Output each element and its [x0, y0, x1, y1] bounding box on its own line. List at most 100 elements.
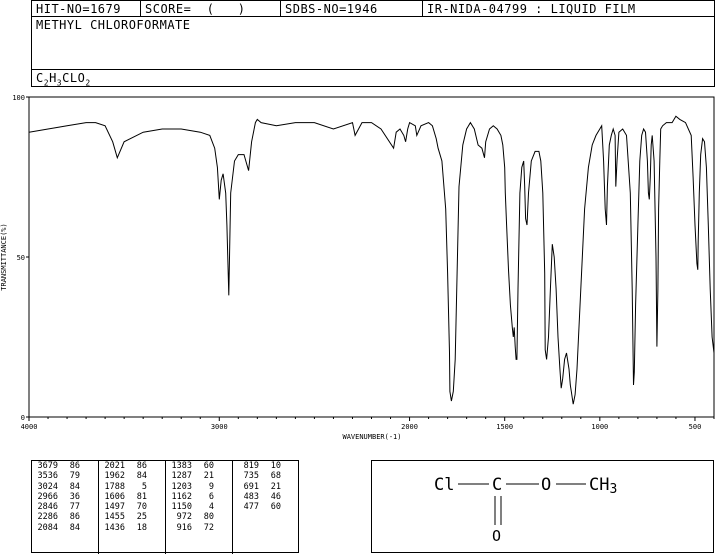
peak-transmittance: 60 [203, 461, 214, 471]
peak-row: 3679 86 [32, 461, 98, 471]
y-tick-label: 100 [12, 94, 25, 102]
peak-row: 1788 5 [99, 482, 165, 492]
peak-row: 1203 9 [166, 482, 232, 492]
peak-column: 1383 60 1287 21 1203 9 1162 6 1150 4 972 80 916 72 [166, 461, 233, 554]
peak-wavenumber: 1287 [171, 471, 192, 482]
peak-transmittance: 10 [270, 461, 281, 471]
peak-transmittance: 86 [69, 461, 80, 471]
peak-transmittance: 5 [141, 481, 147, 492]
peak-wavenumber: 1962 [104, 471, 125, 482]
peak-transmittance: 4 [208, 502, 214, 513]
peak-column: 2021 86 1962 84 1788 5 1606 81 1497 70 1455 25 1436 1… [99, 461, 166, 554]
peak-wavenumber: 1436 [104, 522, 125, 533]
peak-wavenumber: 1203 [171, 481, 192, 492]
peak-transmittance: 21 [270, 481, 281, 492]
peak-transmittance: 84 [136, 471, 147, 482]
methyl-group: CH3 [589, 475, 617, 497]
peak-wavenumber: 3024 [37, 481, 58, 492]
peak-wavenumber: 1788 [104, 481, 125, 492]
carbonyl-oxygen: O [492, 527, 501, 545]
peak-wavenumber: 3679 [37, 461, 58, 471]
peak-transmittance: 70 [136, 502, 147, 513]
ir-spectrum-chart: 0 50 100 4000 3000 2000 1500 1000 500 TRANSMITTA… [0, 94, 715, 441]
peak-transmittance: 46 [270, 491, 281, 502]
peak-transmittance: 86 [136, 461, 147, 471]
peak-wavenumber: 2084 [37, 522, 58, 533]
peak-transmittance: 21 [203, 471, 214, 482]
peak-transmittance: 6 [208, 491, 214, 502]
peak-wavenumber: 1497 [104, 502, 125, 513]
y-axis-label: TRANSMITTANCE(%) [0, 223, 8, 290]
peak-row: 2966 36 [32, 492, 98, 502]
structure-diagram: Cl C O CH3 O [434, 475, 617, 545]
oxygen-atom: O [541, 475, 551, 495]
peak-transmittance: 77 [69, 502, 80, 513]
y-tick-label: 50 [17, 254, 25, 262]
peak-row: 2846 77 [32, 502, 98, 512]
peak-transmittance: 18 [136, 522, 147, 533]
peak-row: 691 21 [233, 482, 300, 492]
peak-wavenumber: 972 [176, 512, 192, 523]
carbon-atom: C [492, 475, 502, 495]
peak-row: 3536 79 [32, 471, 98, 481]
peak-row: 483 46 [233, 492, 300, 502]
peak-wavenumber: 1150 [171, 502, 192, 513]
peak-wavenumber: 819 [243, 461, 259, 471]
peak-table: 3679 86 3536 79 3024 84 2966 36 2846 77 2286 86 2084… [31, 460, 300, 554]
y-tick-label: 0 [21, 414, 25, 422]
peak-transmittance: 68 [270, 471, 281, 482]
peak-row: 3024 84 [32, 482, 98, 492]
peak-transmittance: 9 [208, 481, 214, 492]
peak-transmittance: 81 [136, 491, 147, 502]
peak-wavenumber: 691 [243, 481, 259, 492]
peak-row: 972 80 [166, 512, 232, 522]
peak-transmittance: 84 [69, 522, 80, 533]
peak-wavenumber: 3536 [37, 471, 58, 482]
peak-row: 1150 4 [166, 502, 232, 512]
peak-wavenumber: 2021 [104, 461, 125, 471]
x-axis-label: WAVENUMBER(-1) [342, 433, 401, 441]
peak-transmittance: 79 [69, 471, 80, 482]
x-tick-label: 500 [689, 423, 702, 431]
peak-row: 1606 81 [99, 492, 165, 502]
peak-row: 819 10 [233, 461, 300, 471]
peak-wavenumber: 2966 [37, 491, 58, 502]
peak-wavenumber: 1606 [104, 491, 125, 502]
peak-row: 2021 86 [99, 461, 165, 471]
x-tick-label: 3000 [211, 423, 228, 431]
peak-wavenumber: 477 [243, 502, 259, 513]
peak-row: 477 60 [233, 502, 300, 512]
peak-row: 1962 84 [99, 471, 165, 481]
peak-wavenumber: 483 [243, 491, 259, 502]
peak-row: 1162 6 [166, 492, 232, 502]
peak-wavenumber: 2286 [37, 512, 58, 523]
peak-wavenumber: 1383 [171, 461, 192, 471]
x-tick-label: 2000 [401, 423, 418, 431]
peak-transmittance: 60 [270, 502, 281, 513]
peak-transmittance: 80 [203, 512, 214, 523]
peak-transmittance: 72 [203, 522, 214, 533]
x-tick-label: 1000 [591, 423, 608, 431]
structure-box: Cl C O CH3 O [371, 460, 714, 553]
peak-wavenumber: 916 [176, 522, 192, 533]
peak-transmittance: 25 [136, 512, 147, 523]
peak-row: 735 68 [233, 471, 300, 481]
peak-wavenumber: 735 [243, 471, 259, 482]
peak-transmittance: 86 [69, 512, 80, 523]
peak-column: 819 10 735 68 691 21 483 46 477 60 [233, 461, 300, 554]
spectrum-line [28, 115, 715, 405]
chlorine-atom: Cl [434, 475, 454, 495]
peak-wavenumber: 1162 [171, 491, 192, 502]
peak-transmittance: 84 [69, 481, 80, 492]
peak-row: 1287 21 [166, 471, 232, 481]
peak-row: 2286 86 [32, 512, 98, 522]
plot-frame [28, 96, 715, 418]
peak-row: 1436 18 [99, 523, 165, 533]
peak-transmittance: 36 [69, 491, 80, 502]
peak-row: 916 72 [166, 523, 232, 533]
x-tick-label: 1500 [496, 423, 513, 431]
peak-row: 1455 25 [99, 512, 165, 522]
chart-axes: 0 50 100 4000 3000 2000 1500 1000 500 [12, 94, 715, 431]
peak-wavenumber: 1455 [104, 512, 125, 523]
x-tick-label: 4000 [21, 423, 38, 431]
